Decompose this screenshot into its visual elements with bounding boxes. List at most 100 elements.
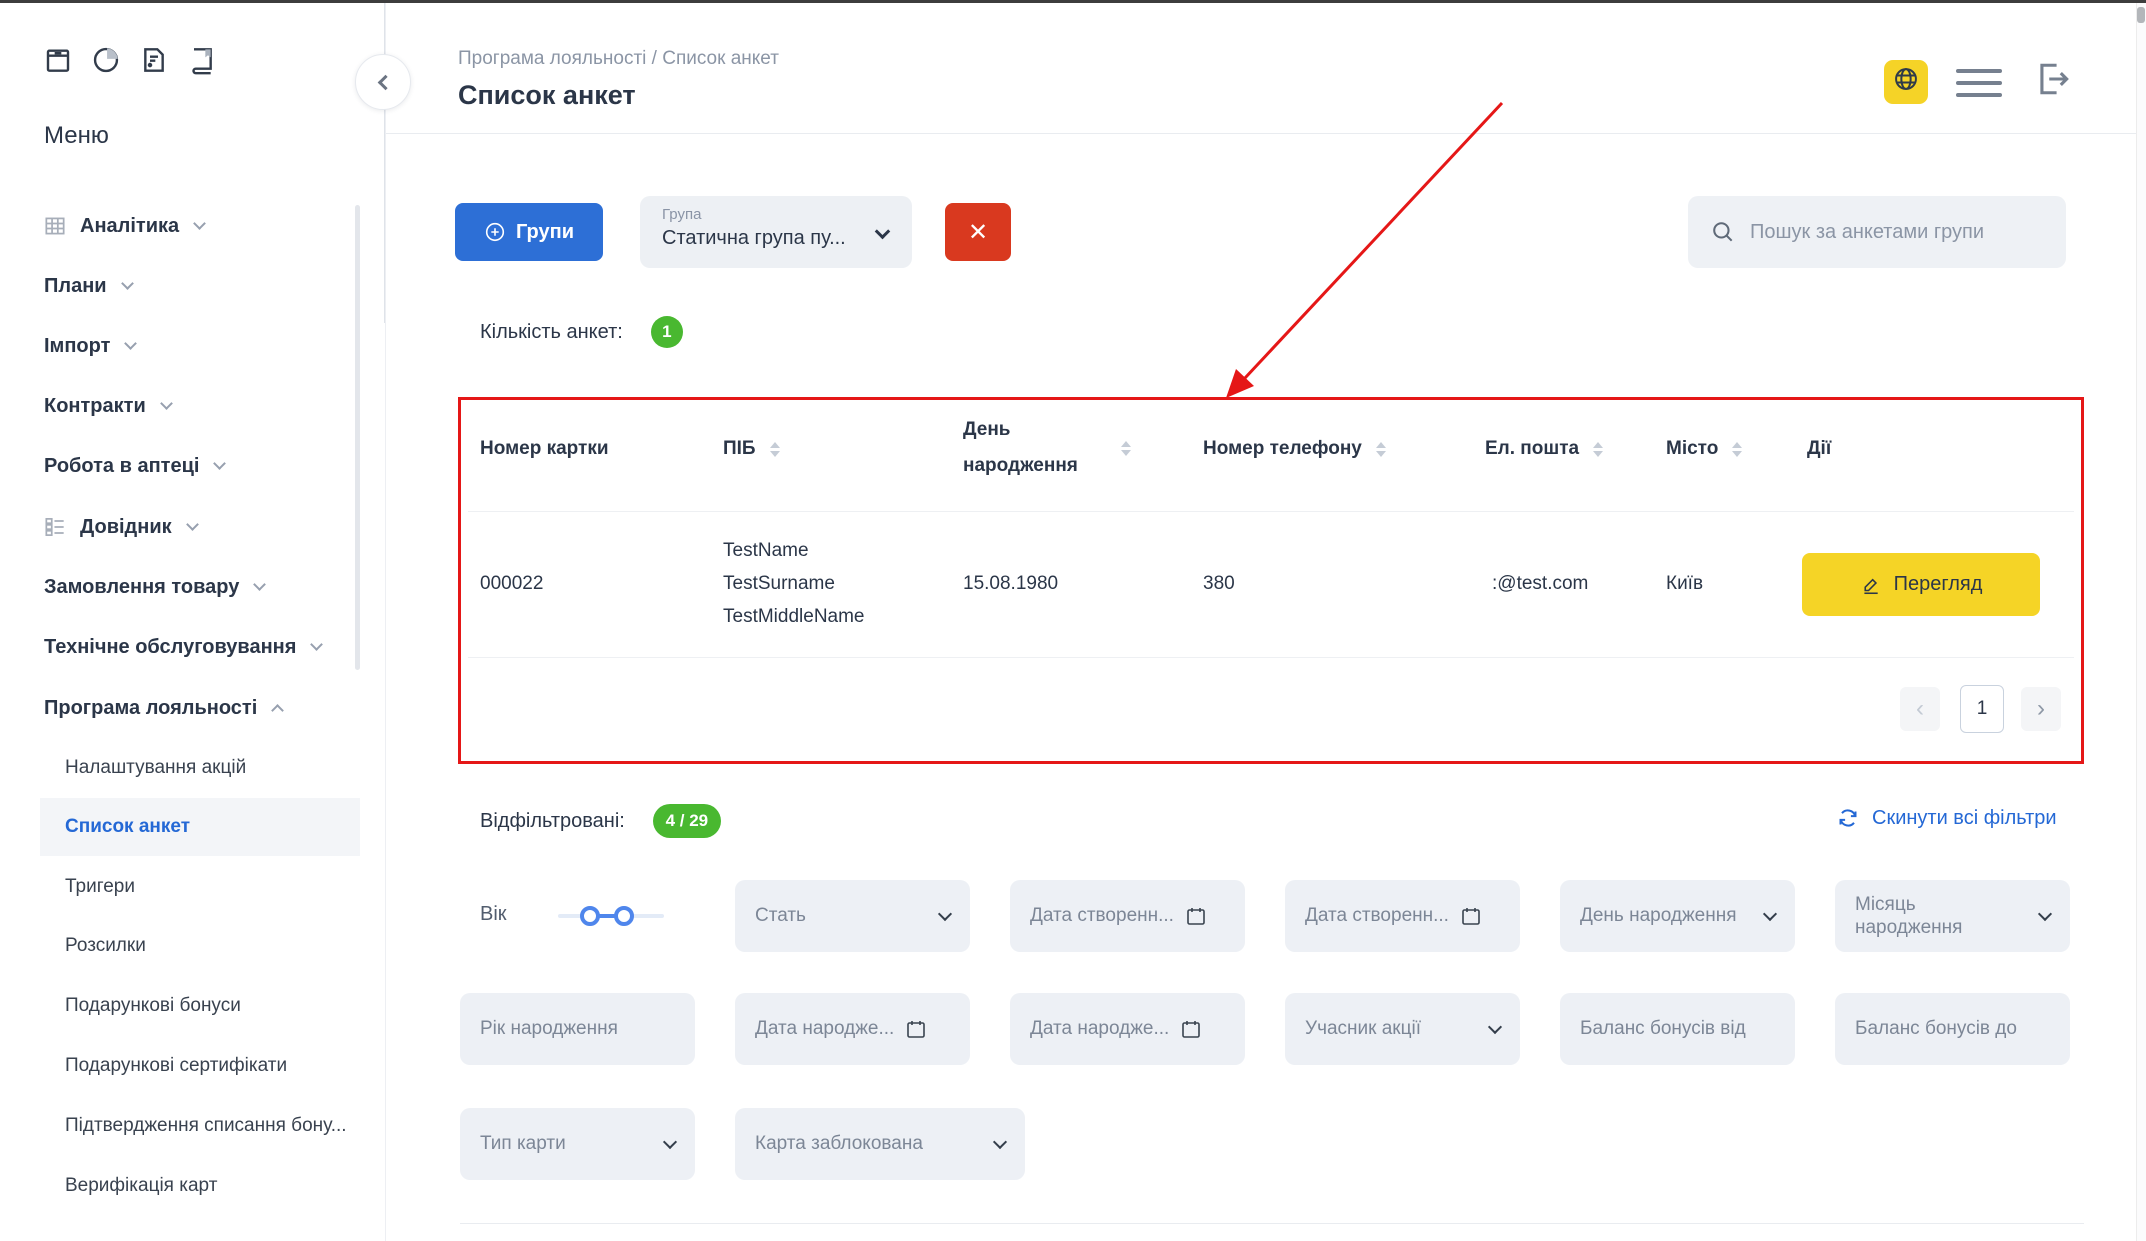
- header-actions: [1884, 57, 2074, 106]
- sidebar-item-goods-order[interactable]: Замовлення товару: [44, 572, 264, 602]
- column-label: Номер телефону: [1203, 438, 1362, 460]
- group-search[interactable]: [1688, 196, 2066, 268]
- filter-bonus-balance-from-input[interactable]: Баланс бонусів від: [1560, 993, 1795, 1065]
- sidebar-subitem-bonus-writeoff-confirm[interactable]: Підтвердження списання бону...: [65, 1113, 347, 1139]
- sort-icon[interactable]: [1732, 442, 1742, 457]
- sidebar-subitem-card-verification[interactable]: Верифікація карт: [65, 1173, 217, 1199]
- sidebar-subitem-questionnaire-list[interactable]: Список анкет: [65, 814, 190, 840]
- sidebar-item-contracts[interactable]: Контракти: [44, 391, 171, 421]
- pagination-next-button[interactable]: ›: [2021, 687, 2061, 731]
- sidebar-subitem-mailings[interactable]: Розсилки: [65, 933, 146, 959]
- sort-icon[interactable]: [1121, 441, 1131, 456]
- column-header-city[interactable]: Місто: [1666, 438, 1742, 460]
- age-slider-handle-min[interactable]: [580, 906, 600, 926]
- filter-card-type-select[interactable]: Тип карти: [460, 1108, 695, 1180]
- reset-filters-label: Скинути всі фільтри: [1872, 807, 2057, 830]
- filter-card-blocked-select[interactable]: Карта заблокована: [735, 1108, 1025, 1180]
- cell-phone: 380: [1203, 573, 1235, 595]
- sidebar-subitem-gift-certificates[interactable]: Подарункові сертифікати: [65, 1053, 287, 1079]
- menu-toggle-button[interactable]: [1956, 67, 2002, 97]
- chevron-down-icon: [311, 638, 324, 651]
- sidebar-collapse-button[interactable]: [355, 54, 411, 110]
- column-label: Ел. пошта: [1485, 438, 1579, 460]
- filter-label: Дата створенн...: [1030, 905, 1174, 927]
- cell-full-name-line3: TestMiddleName: [723, 606, 865, 628]
- column-header-email[interactable]: Ел. пошта: [1485, 438, 1603, 460]
- filter-birth-year-input[interactable]: Рік народження: [460, 993, 695, 1065]
- view-button[interactable]: Перегляд: [1802, 553, 2040, 616]
- column-header-phone[interactable]: Номер телефону: [1203, 438, 1386, 460]
- group-select[interactable]: Група Статична група пу...: [640, 196, 912, 268]
- filter-birth-date-from[interactable]: Дата народже...: [735, 993, 970, 1065]
- groups-button[interactable]: Групи: [455, 203, 603, 261]
- filter-label: Дата народже...: [755, 1018, 894, 1040]
- chevron-left-icon: ‹: [1916, 695, 1924, 723]
- search-input[interactable]: [1750, 221, 2044, 244]
- document-icon[interactable]: [138, 44, 170, 76]
- chevron-down-icon: [193, 217, 206, 230]
- filter-created-date-to[interactable]: Дата створенн...: [1285, 880, 1520, 952]
- column-header-full-name[interactable]: ПІБ: [723, 438, 780, 460]
- sidebar-item-analytics[interactable]: Аналітика: [42, 211, 204, 241]
- clear-group-button[interactable]: ✕: [945, 203, 1011, 261]
- sidebar-subitem-triggers[interactable]: Тригери: [65, 874, 135, 900]
- breadcrumb[interactable]: Програма лояльності / Список анкет: [458, 48, 779, 70]
- filter-birth-month-select[interactable]: Місяць народження: [1835, 880, 2070, 952]
- chevron-left-icon: [377, 74, 393, 90]
- book-icon[interactable]: [186, 44, 218, 76]
- column-header-card-number: Номер картки: [480, 438, 609, 460]
- group-select-label: Група: [662, 206, 890, 223]
- sidebar-subitem-promo-settings[interactable]: Налаштування акцій: [65, 755, 246, 781]
- calendar-icon: [1179, 1017, 1203, 1041]
- sidebar-item-plans[interactable]: Плани: [44, 271, 132, 301]
- age-slider-handle-max[interactable]: [614, 906, 634, 926]
- sidebar-scrollbar[interactable]: [355, 205, 360, 670]
- sidebar-item-directory[interactable]: Довідник: [42, 512, 197, 542]
- filter-label: Дата народже...: [1030, 1018, 1169, 1040]
- filtered-count-label: Відфільтровані:: [480, 810, 625, 833]
- column-label: День народження: [963, 412, 1085, 484]
- filter-label: Карта заблокована: [755, 1133, 923, 1155]
- column-header-actions: Дії: [1807, 438, 1831, 460]
- sidebar-item-label: Довідник: [80, 516, 172, 539]
- sort-icon[interactable]: [1376, 442, 1386, 457]
- sidebar-item-label: Програма лояльності: [44, 697, 257, 720]
- language-button[interactable]: [1884, 60, 1928, 104]
- logout-button[interactable]: [2030, 57, 2074, 106]
- calendar-icon: [1184, 904, 1208, 928]
- sort-icon[interactable]: [770, 442, 780, 457]
- reset-filters-link[interactable]: Скинути всі фільтри: [1836, 806, 2057, 830]
- sidebar-item-maintenance[interactable]: Технічне обслуговування: [44, 632, 321, 662]
- filter-promo-participant-select[interactable]: Учасник акції: [1285, 993, 1520, 1065]
- filter-label: Тип карти: [480, 1133, 566, 1155]
- filter-birth-date-to[interactable]: Дата народже...: [1010, 993, 1245, 1065]
- app-window: Меню Аналітика Плани Імпорт Контракти Ро…: [0, 0, 2146, 1241]
- sidebar-item-loyalty-program[interactable]: Програма лояльності: [44, 693, 282, 723]
- calendar-icon: [904, 1017, 928, 1041]
- filtered-count: Відфільтровані: 4 / 29: [480, 804, 721, 838]
- filter-birth-day-select[interactable]: День народження: [1560, 880, 1795, 952]
- sidebar-subitem-gift-bonuses[interactable]: Подарункові бонуси: [65, 993, 241, 1019]
- pagination-prev-button[interactable]: ‹: [1900, 687, 1940, 731]
- sidebar-item-label: Плани: [44, 275, 107, 298]
- column-header-birth-date[interactable]: День народження: [963, 412, 1131, 484]
- logout-icon: [2030, 57, 2074, 101]
- refresh-icon: [1836, 806, 1860, 830]
- sidebar-item-import[interactable]: Імпорт: [44, 331, 135, 361]
- filter-created-date-from[interactable]: Дата створенн...: [1010, 880, 1245, 952]
- header-divider: [386, 133, 2146, 134]
- age-filter-label: Вік: [480, 903, 507, 926]
- archive-icon[interactable]: [42, 44, 74, 76]
- list-icon: [42, 514, 68, 540]
- pagination-page-1[interactable]: 1: [1960, 685, 2004, 733]
- page-scrollbar-thumb[interactable]: [2137, 7, 2145, 23]
- sidebar-item-pharmacy-work[interactable]: Робота в аптеці: [44, 451, 224, 481]
- cell-card-number: 000022: [480, 573, 543, 595]
- column-label: Дії: [1807, 438, 1831, 460]
- page-scrollbar[interactable]: [2136, 3, 2146, 1241]
- sort-icon[interactable]: [1593, 442, 1603, 457]
- sidebar-item-label: Робота в аптеці: [44, 455, 199, 478]
- filter-bonus-balance-to-input[interactable]: Баланс бонусів до: [1835, 993, 2070, 1065]
- filter-gender-select[interactable]: Стать: [735, 880, 970, 952]
- pie-chart-icon[interactable]: [90, 44, 122, 76]
